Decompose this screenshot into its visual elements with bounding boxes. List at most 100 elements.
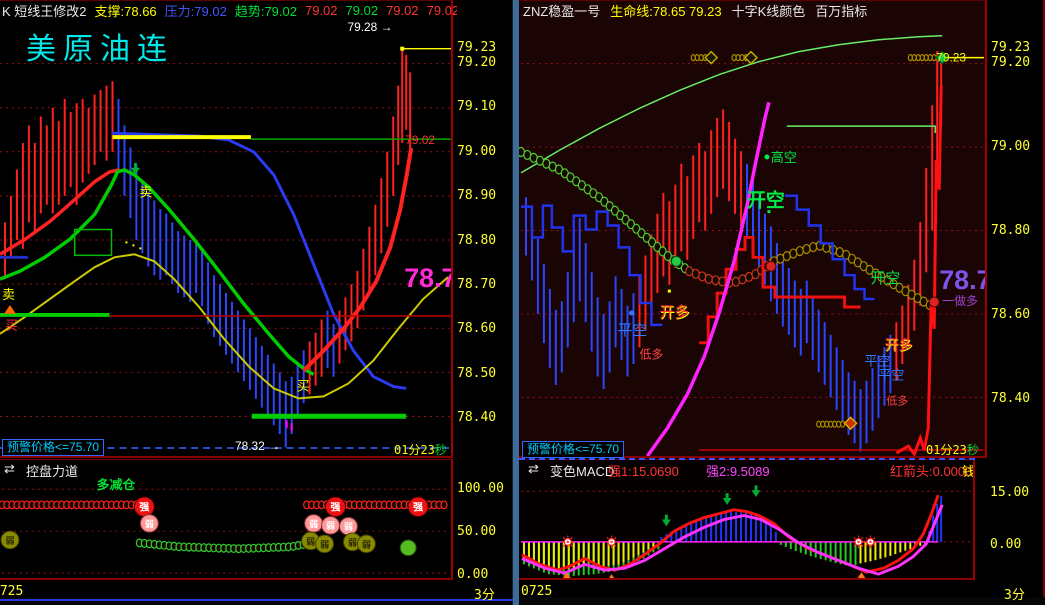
- chart-label: 卖: [2, 287, 15, 302]
- axis-label: 78.60: [457, 321, 497, 336]
- axis-label: 79.20: [457, 55, 497, 70]
- trend-value: 79.02: [304, 3, 338, 18]
- right-indicator-axis: 15.00 0.00: [990, 459, 1044, 580]
- chart-label: 79.28 →: [347, 20, 392, 34]
- chart-label: 开空: [747, 189, 785, 212]
- bar-countdown: 01分23秒: [926, 441, 979, 458]
- sun-ray: [562, 536, 566, 540]
- axis-label: 50.00: [457, 524, 497, 539]
- panel-splitter[interactable]: [512, 0, 519, 605]
- chart-label: 开空: [870, 270, 900, 287]
- swap-indicator-icon[interactable]: ⇄: [4, 461, 15, 477]
- chart-label: 79.02: [405, 133, 435, 147]
- chart-label: 平空: [878, 368, 904, 383]
- right-price-chart[interactable]: 高空开空平空开多开多低多开空开多开多平空平空低多79.2378.7一做多: [519, 0, 987, 458]
- chart-label: 开多: [884, 337, 912, 353]
- chart-label: 多减仓: [97, 477, 136, 492]
- bead: [440, 500, 448, 510]
- signal-ball-label: 弱: [145, 519, 154, 529]
- up-arrow-icon: [609, 574, 615, 578]
- series-line: [302, 147, 414, 372]
- axis-label: 79.10: [457, 99, 497, 114]
- chart-label: 78.7: [939, 265, 987, 295]
- diamond-marker: [743, 50, 759, 65]
- signal-ball-label: 弱: [5, 535, 14, 545]
- sun-core: [610, 540, 613, 544]
- axis-label: 78.60: [991, 307, 1031, 322]
- axis-label: 15.00: [990, 485, 1030, 500]
- trend-value: 79.02: [345, 3, 379, 18]
- instrument-title: 美原油连: [26, 32, 174, 67]
- signal-ball: [399, 539, 417, 557]
- down-arrow-icon: [722, 498, 732, 505]
- indicator-name-label[interactable]: ZNZ稳盈一号: [523, 1, 600, 20]
- sun-ray: [861, 536, 864, 540]
- window-bottom-accent: [0, 599, 513, 601]
- dot-marker: [629, 310, 635, 316]
- left-chart-header: K 短线王修改2 支撑:78.66 压力:79.02 趋势:79.02 79.0…: [2, 1, 457, 20]
- period-label[interactable]: 3分: [1004, 584, 1025, 603]
- sun-ray: [570, 536, 573, 540]
- axis-label: 100.00: [457, 481, 504, 496]
- sun-ray: [853, 536, 856, 540]
- panel-divider-dashed: [519, 458, 975, 460]
- triangle-marker: [3, 304, 16, 314]
- sun-core: [857, 540, 860, 544]
- sun-ray: [865, 536, 868, 540]
- chart-label: 买: [5, 318, 18, 333]
- square-marker: [667, 289, 671, 293]
- signal-ball-label: 弱: [362, 539, 371, 549]
- axis-label: 79.23: [457, 40, 497, 55]
- indicator-name-label[interactable]: 控盘力道: [26, 461, 78, 478]
- macd-strong2-value: 强2:9.5089: [706, 464, 770, 478]
- axis-label: 0.00: [457, 567, 489, 582]
- right-chart-header: ZNZ稳盈一号 生命线:78.65 79.23 十字K线颜色 百万指标: [523, 1, 985, 20]
- square-marker: [400, 46, 405, 51]
- chart-label: 平空: [865, 354, 891, 369]
- bead: [824, 420, 830, 428]
- sun-ray: [606, 536, 609, 540]
- signal-ball-label: 强: [331, 502, 341, 514]
- axis-label: 78.50: [457, 366, 497, 381]
- axis-label: 78.70: [457, 277, 497, 292]
- kline-color-label[interactable]: 十字K线颜色: [732, 1, 806, 20]
- sun-core: [869, 540, 872, 544]
- support-value: 支撑:78.66: [94, 4, 157, 19]
- money-bag-value: 钱袋子:0.0: [962, 464, 973, 478]
- sun-ray: [861, 544, 864, 547]
- time-axis-label: 0725: [521, 584, 553, 599]
- countdown-seconds: 秒: [966, 443, 979, 457]
- signal-ball-label: 弱: [320, 539, 329, 549]
- bead: [711, 275, 720, 286]
- axis-label: 0.00: [990, 537, 1022, 552]
- signal-ball: [670, 255, 682, 267]
- chart-label: 一做多: [942, 294, 978, 308]
- left-indicator-header: ⇄ 控盘力道: [0, 461, 451, 478]
- million-indicator-label[interactable]: 百万指标: [815, 1, 867, 20]
- alert-price-badge[interactable]: 预警价格<=75.70: [522, 441, 625, 458]
- chart-label: 78.7: [404, 263, 453, 293]
- axis-label: 78.80: [991, 223, 1031, 238]
- left-price-axis: 79.23 79.20 79.10 79.00 78.90 78.80 78.70 78.60…: [457, 0, 513, 458]
- indicator-name-label[interactable]: K 短线王修改2: [2, 1, 87, 20]
- signal-ball-label: 弱: [306, 536, 315, 546]
- chart-label: 卖: [139, 185, 152, 200]
- chart-label: 买: [297, 378, 310, 393]
- dot-marker: [764, 154, 770, 160]
- swap-indicator-icon[interactable]: ⇄: [528, 461, 539, 477]
- countdown-minutes: 01分23: [394, 443, 435, 457]
- chart-label: 平空: [618, 322, 648, 339]
- bead: [731, 276, 741, 287]
- axis-label: 79.23: [991, 40, 1031, 55]
- signal-ball-label: 弱: [344, 522, 353, 532]
- indicator-name-label[interactable]: 变色MACD: [550, 461, 614, 478]
- sun-ray: [614, 544, 617, 547]
- lifeline-value: 生命线:78.65 79.23: [610, 4, 722, 19]
- alert-price-badge[interactable]: 预警价格<=75.70: [2, 439, 105, 456]
- chart-label: 高空: [771, 150, 797, 165]
- period-label[interactable]: 3分: [474, 584, 495, 603]
- left-price-chart[interactable]: 79.28 → 79.02 78.7 78.32 → 卖买 卖买: [0, 0, 453, 458]
- down-arrow-icon: [661, 519, 671, 527]
- bead: [738, 274, 747, 285]
- diamond-marker: [704, 50, 719, 65]
